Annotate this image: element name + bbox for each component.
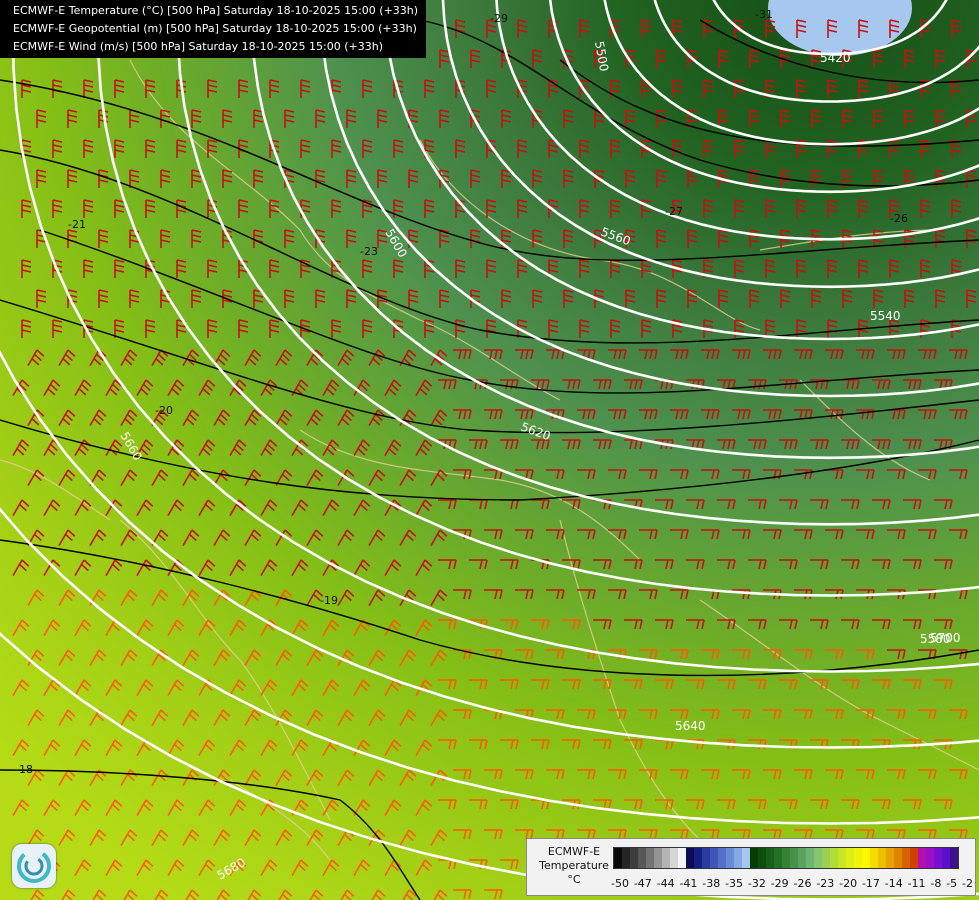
geopotential-label: 5640 — [675, 719, 706, 733]
temperature-label: -19 — [320, 594, 338, 607]
legend-swatch — [694, 848, 702, 868]
temperature-label: -20 — [155, 404, 173, 417]
temperature-legend: ECMWF-E Temperature °C -50 -47 -44 -41 -38 -3… — [526, 838, 976, 896]
legend-swatch — [854, 848, 862, 868]
temperature-label: -23 — [360, 245, 378, 258]
legend-swatch — [782, 848, 790, 868]
temperature-label: -27 — [665, 205, 683, 218]
geopotential-label: 5420 — [820, 51, 851, 65]
legend-tick: -17 — [861, 877, 880, 890]
legend-swatch — [822, 848, 830, 868]
legend-tick: -23 — [816, 877, 835, 890]
legend-swatch — [726, 848, 734, 868]
legend-swatch — [686, 848, 694, 868]
legend-tick: -44 — [656, 877, 675, 890]
legend-swatch — [670, 848, 678, 868]
geopotential-label: 5700 — [930, 631, 961, 645]
legend-swatch — [758, 848, 766, 868]
legend-swatch — [766, 848, 774, 868]
legend-swatch — [734, 848, 742, 868]
temperature-label: -21 — [68, 218, 86, 231]
legend-swatch — [702, 848, 710, 868]
legend-swatch — [950, 848, 958, 868]
legend-swatch — [838, 848, 846, 868]
legend-swatch — [942, 848, 950, 868]
legend-swatch — [750, 848, 758, 868]
legend-tick: -35 — [725, 877, 744, 890]
ecmwf-logo-icon — [12, 844, 56, 888]
geopotential-label: 5540 — [870, 309, 901, 323]
legend-ticks: -50 -47 -44 -41 -38 -35 -32 -29 -26 -23 -20 -17 -14-… — [611, 877, 973, 890]
title-wind: ECMWF-E Wind (m/s) [500 hPa] Saturday 18… — [13, 40, 383, 53]
legend-swatch — [774, 848, 782, 868]
legend-tick: -47 — [633, 877, 652, 890]
legend-tick: -5 — [946, 877, 958, 890]
legend-tick: -50 — [611, 877, 629, 890]
legend-tick: -38 — [702, 877, 721, 890]
temperature-label: -26 — [890, 212, 908, 225]
legend-swatch — [918, 848, 926, 868]
legend-swatch — [862, 848, 870, 868]
legend-swatch — [814, 848, 822, 868]
legend-swatch — [878, 848, 886, 868]
grey-shade-band — [0, 0, 979, 900]
legend-swatch — [846, 848, 854, 868]
legend-swatch — [934, 848, 942, 868]
legend-tick: -20 — [839, 877, 858, 890]
legend-tick: -8 — [930, 877, 942, 890]
legend-swatch — [710, 848, 718, 868]
legend-swatch — [806, 848, 814, 868]
temperature-label: -31 — [755, 8, 773, 21]
legend-swatch — [622, 848, 630, 868]
legend-swatch — [678, 848, 686, 868]
legend-swatch — [630, 848, 638, 868]
legend-swatch — [662, 848, 670, 868]
legend-tick: -2 — [962, 877, 973, 890]
legend-colorbar — [613, 847, 959, 869]
legend-tick: -32 — [747, 877, 766, 890]
legend-swatch — [742, 848, 750, 868]
legend-swatch — [798, 848, 806, 868]
legend-title: ECMWF-E Temperature °C — [539, 845, 609, 886]
legend-swatch — [894, 848, 902, 868]
legend-swatch — [830, 848, 838, 868]
title-geopotential: ECMWF-E Geopotential (m) [500 hPa] Satur… — [13, 22, 417, 35]
legend-tick: -41 — [679, 877, 698, 890]
legend-tick: -14 — [884, 877, 903, 890]
legend-swatch — [718, 848, 726, 868]
temperature-label: -18 — [15, 763, 33, 776]
legend-swatch — [886, 848, 894, 868]
legend-swatch — [902, 848, 910, 868]
legend-swatch — [870, 848, 878, 868]
legend-swatch — [790, 848, 798, 868]
legend-tick: -29 — [770, 877, 789, 890]
temperature-label: -29 — [490, 12, 508, 25]
legend-swatch — [614, 848, 622, 868]
legend-tick: -11 — [907, 877, 926, 890]
legend-swatch — [654, 848, 662, 868]
legend-swatch — [638, 848, 646, 868]
legend-swatch — [646, 848, 654, 868]
legend-tick: -26 — [793, 877, 812, 890]
legend-swatch — [910, 848, 918, 868]
title-box: ECMWF-E Temperature (°C) [500 hPa] Satur… — [0, 0, 427, 58]
weather-map: 5420550055405560558056005620564056605680… — [0, 0, 979, 900]
legend-swatch — [926, 848, 934, 868]
title-temperature: ECMWF-E Temperature (°C) [500 hPa] Satur… — [13, 4, 419, 17]
